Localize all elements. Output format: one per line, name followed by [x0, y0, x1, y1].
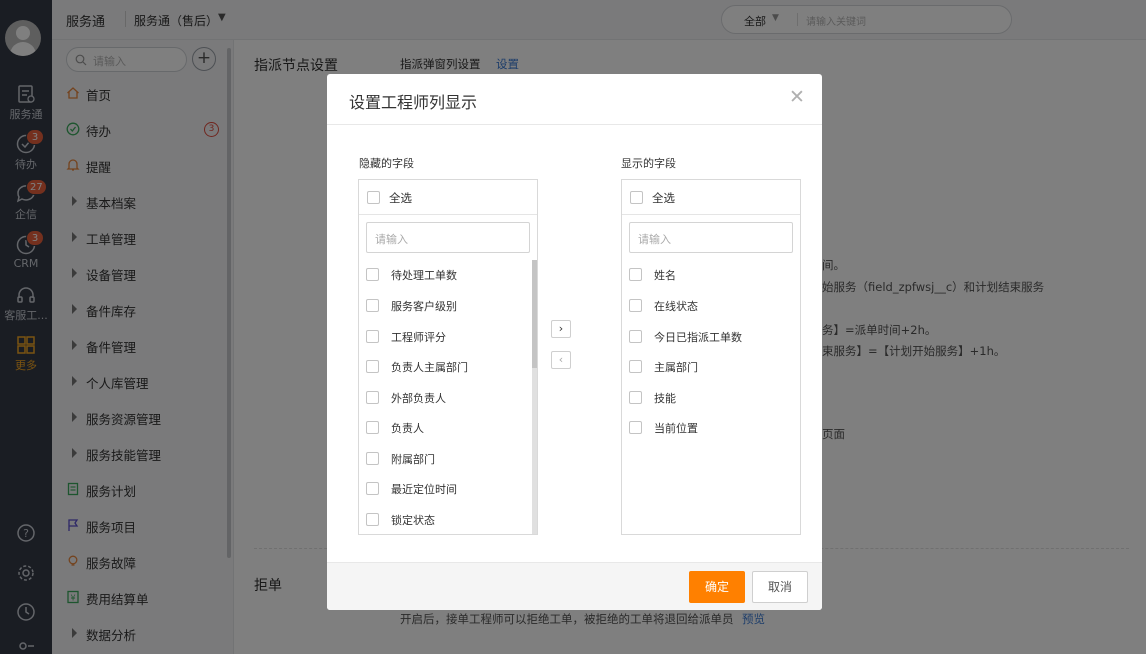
field-checkbox[interactable]	[366, 360, 379, 373]
list-item[interactable]: 技能	[622, 388, 792, 408]
field-checkbox[interactable]	[629, 299, 642, 312]
dialog-title: 设置工程师列显示	[349, 93, 478, 112]
confirm-button[interactable]: 确定	[689, 571, 745, 603]
field-label: 技能	[654, 392, 676, 405]
list-item[interactable]: 主属部门	[622, 357, 792, 377]
cancel-button[interactable]: 取消	[752, 571, 808, 603]
shown-fields-search[interactable]: 请输入	[629, 222, 793, 253]
field-label: 负责人主属部门	[391, 361, 468, 374]
list-item[interactable]: 在线状态	[622, 296, 792, 316]
list-item[interactable]: 负责人主属部门	[359, 357, 529, 377]
field-checkbox[interactable]	[366, 391, 379, 404]
list-item[interactable]: 外部负责人	[359, 388, 529, 408]
field-checkbox[interactable]	[629, 421, 642, 434]
select-all-label: 全选	[389, 191, 412, 205]
list-item[interactable]: 待处理工单数	[359, 265, 529, 285]
field-checkbox[interactable]	[629, 268, 642, 281]
list-item[interactable]: 最近定位时间	[359, 479, 529, 499]
field-label: 今日已指派工单数	[654, 331, 742, 344]
field-label: 附属部门	[391, 453, 435, 466]
dialog-footer: 确定 取消	[327, 562, 822, 610]
field-label: 锁定状态	[391, 514, 435, 527]
field-label: 主属部门	[654, 361, 698, 374]
select-all-label: 全选	[652, 191, 675, 205]
hidden-fields-search[interactable]: 请输入	[366, 222, 530, 253]
move-left-button[interactable]: ‹	[551, 351, 571, 369]
field-label: 最近定位时间	[391, 483, 457, 496]
field-checkbox[interactable]	[366, 268, 379, 281]
list-item[interactable]: 工程师评分	[359, 327, 529, 347]
field-checkbox[interactable]	[366, 299, 379, 312]
field-label: 外部负责人	[391, 392, 446, 405]
hidden-fields-label: 隐藏的字段	[359, 157, 414, 170]
divider	[327, 124, 822, 125]
hidden-select-all[interactable]: 全选	[359, 180, 537, 215]
hidden-fields-list: 全选 请输入 待处理工单数 服务客户级别 工程师评分 负责人主属部门 外部负责人…	[358, 179, 538, 535]
field-label: 待处理工单数	[391, 269, 457, 282]
field-checkbox[interactable]	[629, 391, 642, 404]
close-icon[interactable]: ✕	[789, 87, 805, 107]
field-checkbox[interactable]	[629, 330, 642, 343]
field-checkbox[interactable]	[366, 421, 379, 434]
field-label: 负责人	[391, 422, 424, 435]
column-settings-dialog: 设置工程师列显示 ✕ 隐藏的字段 显示的字段 全选 请输入 待处理工单数 服务客…	[327, 74, 822, 610]
field-checkbox[interactable]	[366, 330, 379, 343]
list-item[interactable]: 锁定状态	[359, 510, 529, 530]
select-all-checkbox[interactable]	[630, 191, 643, 204]
field-label: 姓名	[654, 269, 676, 282]
field-label: 工程师评分	[391, 331, 446, 344]
list-scrollbar-thumb[interactable]	[532, 260, 537, 368]
list-item[interactable]: 当前位置	[622, 418, 792, 438]
field-checkbox[interactable]	[366, 513, 379, 526]
shown-fields-label: 显示的字段	[621, 157, 676, 170]
field-label: 在线状态	[654, 300, 698, 313]
shown-fields-list: 全选 请输入 姓名 在线状态 今日已指派工单数 主属部门 技能 当前位置	[621, 179, 801, 535]
list-item[interactable]: 今日已指派工单数	[622, 327, 792, 347]
field-checkbox[interactable]	[366, 482, 379, 495]
list-item[interactable]: 姓名	[622, 265, 792, 285]
field-checkbox[interactable]	[366, 452, 379, 465]
list-item[interactable]: 附属部门	[359, 449, 529, 469]
field-label: 当前位置	[654, 422, 698, 435]
field-checkbox[interactable]	[629, 360, 642, 373]
field-label: 服务客户级别	[391, 300, 457, 313]
list-item[interactable]: 服务客户级别	[359, 296, 529, 316]
move-right-button[interactable]: ›	[551, 320, 571, 338]
list-item[interactable]: 负责人	[359, 418, 529, 438]
shown-select-all[interactable]: 全选	[622, 180, 800, 215]
select-all-checkbox[interactable]	[367, 191, 380, 204]
